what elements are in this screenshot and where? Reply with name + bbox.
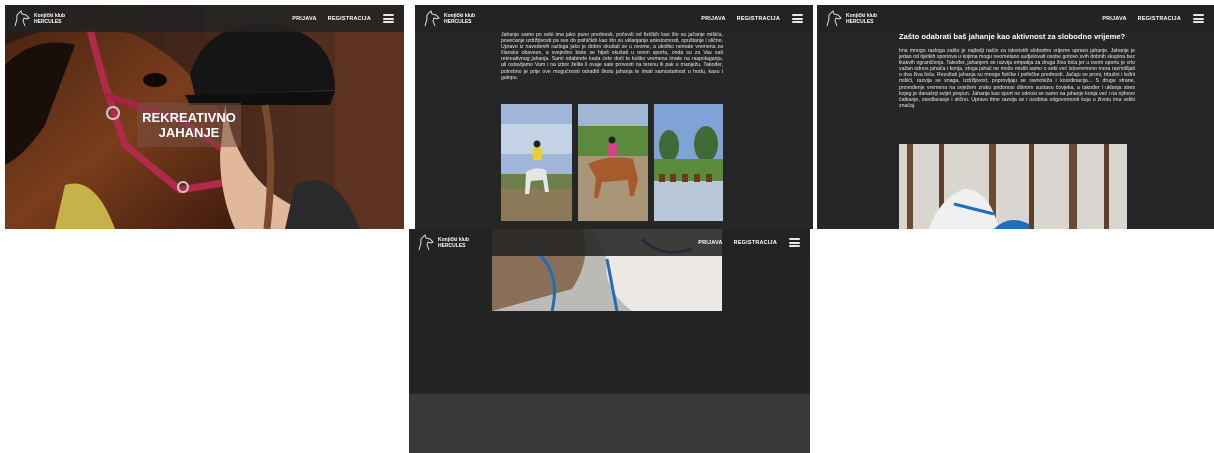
photo-rider-yellow [501, 104, 572, 221]
hero-panel: Konjički klub HERCULES PRIJAVA REGISTRAC… [5, 5, 404, 229]
logo-line1: Konjički klub [438, 236, 470, 243]
logo-line2: HERCULES [846, 18, 874, 25]
nav-prijava-link[interactable]: PRIJAVA [292, 16, 316, 22]
navbar: Konjički klub HERCULES PRIJAVA REGISTRAC… [415, 5, 813, 32]
nav-registracija-link[interactable]: REGISTRACIJA [737, 16, 780, 22]
navbar: Konjički klub HERCULES PRIJAVA REGISTRAC… [817, 5, 1214, 32]
hero-title: REKREATIVNO JAHANJE [142, 110, 236, 140]
hamburger-menu-icon[interactable] [1193, 14, 1204, 23]
nav-registracija-link[interactable]: REGISTRACIJA [328, 16, 371, 22]
photo-rider-pink [578, 104, 648, 221]
horse-logo-icon [424, 9, 440, 26]
horse-logo-icon [14, 9, 30, 26]
horse-logo-icon [418, 233, 434, 250]
nav-prijava-link[interactable]: PRIJAVA [701, 16, 725, 22]
logo[interactable]: Konjički klub HERCULES [12, 9, 66, 28]
footer [409, 394, 810, 453]
navbar: Konjički klub HERCULES PRIJAVA REGISTRAC… [5, 5, 404, 32]
nav-registracija-link[interactable]: REGISTRACIJA [1138, 16, 1181, 22]
nav-prijava-link[interactable]: PRIJAVA [698, 240, 722, 246]
photo-white-horse-forest [899, 144, 1127, 229]
logo-line1: Konjički klub [34, 12, 66, 19]
intro-paragraph: Jahanje samo po sebi ima jako puno predn… [501, 32, 723, 81]
nav-registracija-link[interactable]: REGISTRACIJA [734, 240, 777, 246]
hamburger-menu-icon[interactable] [792, 14, 803, 23]
nav-prijava-link[interactable]: PRIJAVA [1102, 16, 1126, 22]
why-heading: Zašto odabrati baš jahanje kao aktivnost… [899, 32, 1126, 41]
photo-group-riders [654, 104, 723, 221]
hero-title-box: REKREATIVNO JAHANJE [137, 103, 241, 147]
logo-line2: HERCULES [34, 18, 62, 25]
navbar: Konjički klub HERCULES PRIJAVA REGISTRAC… [409, 229, 810, 256]
hamburger-menu-icon[interactable] [789, 238, 800, 247]
bottom-panel: Konjički klub HERCULES PRIJAVA REGISTRAC… [409, 229, 810, 453]
hamburger-menu-icon[interactable] [383, 14, 394, 23]
logo-line1: Konjički klub [846, 12, 878, 19]
logo-line1: Konjički klub [444, 12, 476, 19]
logo[interactable]: Konjički klub HERCULES [416, 233, 470, 252]
why-panel: Konjički klub HERCULES PRIJAVA REGISTRAC… [817, 5, 1214, 229]
logo-line2: HERCULES [444, 18, 472, 25]
intro-panel: Konjički klub HERCULES PRIJAVA REGISTRAC… [415, 5, 813, 229]
logo[interactable]: Konjički klub HERCULES [824, 9, 878, 28]
horse-logo-icon [826, 9, 842, 26]
why-paragraph: Ima mnogo razloga zašto je najbolji nači… [899, 48, 1135, 109]
logo[interactable]: Konjički klub HERCULES [422, 9, 476, 28]
logo-line2: HERCULES [438, 242, 466, 249]
